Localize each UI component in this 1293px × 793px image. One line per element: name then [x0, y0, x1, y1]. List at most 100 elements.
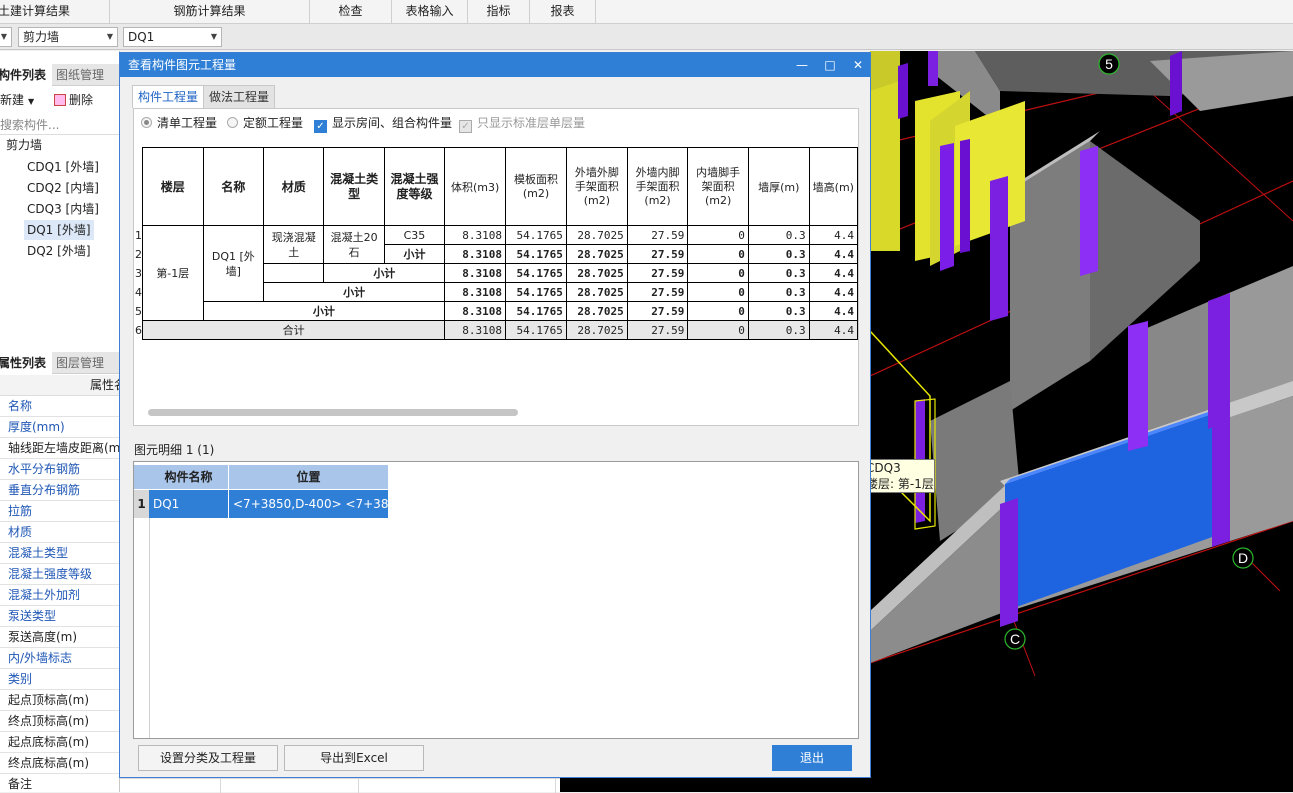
property-row[interactable]: 混凝土外加剂 — [0, 585, 119, 606]
col-ext-inner-scaffold: 外墙内脚手架面积(m2) — [626, 147, 689, 226]
quantity-dialog: 查看构件图元工程量 — □ ✕ 构件工程量 做法工程量 清单工程量 定额工程量 … — [119, 52, 871, 778]
top-menu-bar: 土建计算结果 钢筋计算结果 检查 表格输入 指标 报表 — [0, 0, 1293, 24]
menu-rebar-results[interactable]: 钢筋计算结果 — [110, 0, 310, 24]
selector-toolbar: ▼ 剪力墙 ▼ DQ1 ▼ — [0, 24, 1293, 50]
menu-reports[interactable]: 报表 — [530, 0, 596, 24]
col-formwork: 模板面积(m2) — [505, 147, 567, 226]
close-icon[interactable]: ✕ — [844, 53, 872, 77]
quantity-table: 楼层 名称 材质 混凝土类型 混凝土强度等级 体积(m3) 模板面积(m2) 外… — [134, 147, 859, 340]
property-grid-strip — [120, 778, 560, 793]
col-material: 材质 — [263, 147, 325, 226]
3d-model-canvas: 5 D C — [870, 51, 1293, 677]
property-row[interactable]: 终点顶标高(m) — [0, 711, 119, 732]
member-type-combo[interactable]: 剪力墙 ▼ — [18, 27, 118, 47]
element-detail-grid: 构件名称 位置 1 DQ1 <7+3850,D-400> <7+38... — [133, 461, 859, 739]
property-row[interactable]: 混凝土强度等级 — [0, 564, 119, 585]
property-row[interactable]: 混凝土类型 — [0, 543, 119, 564]
new-button[interactable]: 新建 ▼ — [0, 90, 34, 110]
cell-grade: C35 — [383, 225, 446, 245]
export-excel-button[interactable]: 导出到Excel — [284, 745, 424, 771]
property-row[interactable]: 轴线距左墙皮距离(mm) — [0, 438, 119, 459]
tab-layer-management[interactable]: 图层管理 — [50, 352, 110, 374]
tree-item-cdq3[interactable]: CDQ3 [内墙] — [27, 199, 99, 219]
col-grade: 混凝土强度等级 — [383, 147, 446, 226]
property-row[interactable]: 起点底标高(m) — [0, 732, 119, 753]
3d-view[interactable]: 5 D C — [870, 51, 1293, 792]
maximize-icon[interactable]: □ — [816, 53, 844, 77]
property-row[interactable]: 水平分布钢筋 — [0, 459, 119, 480]
tab-method-quantity[interactable]: 做法工程量 — [203, 85, 276, 108]
cell-component-name[interactable]: DQ1 — [149, 490, 229, 518]
checkbox-standard-floor[interactable]: ✓ 只显示标准层单层量 — [459, 115, 585, 133]
menu-check[interactable]: 检查 — [310, 0, 392, 24]
member-type-value: 剪力墙 — [23, 30, 60, 44]
menu-table-input[interactable]: 表格输入 — [392, 0, 468, 24]
property-header: 属性名 — [0, 375, 119, 396]
quantity-table-panel: 清单工程量 定额工程量 ✓ 显示房间、组合构件量 ✓ 只显示标准层单层量 楼层 名称… — [133, 108, 859, 426]
table-row: 1 第-1层 DQ1 [外墙] 现浇混凝土 混凝土20石 C35 8.3108 … — [134, 225, 859, 321]
radio-quota-quantity[interactable]: 定额工程量 — [227, 115, 303, 131]
col-position: 位置 — [229, 465, 389, 489]
property-row[interactable]: 泵送类型 — [0, 606, 119, 627]
delete-icon — [54, 94, 66, 106]
property-row[interactable]: 垂直分布钢筋 — [0, 480, 119, 501]
col-component-name: 构件名称 — [149, 465, 229, 489]
minimize-icon[interactable]: — — [788, 53, 816, 77]
property-row[interactable]: 起点顶标高(m) — [0, 690, 119, 711]
tab-property-list[interactable]: 属性列表 — [0, 352, 53, 374]
property-row[interactable]: 内/外墙标志 — [0, 648, 119, 669]
axis-label-5: 5 — [1105, 56, 1113, 72]
search-input[interactable]: 搜索构件... — [0, 115, 119, 135]
left-panel: 构件列表 图纸管理 新建 ▼ 删除 搜索构件... 剪力墙 CDQ1 [外墙] C… — [0, 51, 120, 792]
tooltip-name: CDQ3 — [866, 461, 901, 475]
chevron-down-icon: ▼ — [0, 32, 7, 41]
tree-item-dq1-selected[interactable]: DQ1 [外墙] — [24, 220, 94, 240]
tab-component-list[interactable]: 构件列表 — [0, 64, 53, 86]
col-wall-thickness: 墙厚(m) — [747, 147, 810, 226]
property-row[interactable]: 备注 — [0, 774, 119, 792]
tree-item-cdq1[interactable]: CDQ1 [外墙] — [27, 157, 99, 177]
checkbox-show-rooms[interactable]: ✓ 显示房间、组合构件量 — [314, 115, 452, 133]
3d-view-bottom-strip — [560, 778, 870, 792]
property-row[interactable]: 泵送高度(m) — [0, 627, 119, 648]
table-header-row: 楼层 名称 材质 混凝土类型 混凝土强度等级 体积(m3) 模板面积(m2) 外… — [134, 147, 859, 226]
horizontal-scrollbar[interactable] — [148, 409, 518, 416]
exit-button[interactable]: 退出 — [772, 745, 852, 771]
tree-item-dq2[interactable]: DQ2 [外墙] — [27, 241, 91, 261]
axis-label-c: C — [1010, 631, 1020, 647]
property-row[interactable]: 材质 — [0, 522, 119, 543]
tab-drawing-management[interactable]: 图纸管理 — [50, 64, 110, 86]
col-ext-outer-scaffold: 外墙外脚手架面积(m2) — [565, 147, 628, 226]
tree-root-shearwall[interactable]: 剪力墙 — [6, 135, 42, 155]
col-name: 名称 — [202, 147, 265, 226]
radio-bill-quantity[interactable]: 清单工程量 — [141, 115, 217, 131]
chevron-down-icon: ▼ — [28, 97, 35, 106]
tab-component-quantity[interactable]: 构件工程量 — [132, 85, 205, 108]
row-index: 1 — [134, 490, 149, 518]
property-row[interactable]: 类别 — [0, 669, 119, 690]
col-floor: 楼层 — [142, 147, 204, 226]
cell-floor: 第-1层 — [142, 225, 204, 321]
property-row[interactable]: 终点底标高(m) — [0, 753, 119, 774]
tree-item-cdq2[interactable]: CDQ2 [内墙] — [27, 178, 99, 198]
floor-combo[interactable]: ▼ — [0, 27, 12, 47]
menu-civil-results[interactable]: 土建计算结果 — [0, 0, 110, 24]
col-wall-height: 墙高(m) — [808, 147, 859, 226]
cell-position[interactable]: <7+3850,D-400> <7+38... — [229, 490, 389, 518]
chevron-down-icon: ▼ — [106, 32, 113, 41]
check-icon: ✓ — [459, 120, 472, 133]
property-row[interactable]: 拉筋 — [0, 501, 119, 522]
tooltip-floor: 楼层: 第-1层 — [866, 477, 934, 491]
property-row[interactable]: 名称 — [0, 396, 119, 417]
set-category-button[interactable]: 设置分类及工程量 — [138, 745, 278, 771]
element-detail-label: 图元明细 1 (1) — [134, 443, 215, 457]
cell-concrete-type: 混凝土20石 — [323, 225, 385, 264]
property-row[interactable]: 厚度(mm) — [0, 417, 119, 438]
menu-indicators[interactable]: 指标 — [468, 0, 530, 24]
cell-name: DQ1 [外墙] — [202, 225, 265, 302]
member-combo[interactable]: DQ1 ▼ — [123, 27, 222, 47]
table-row-total: 6 合计 8.3108 54.1765 28.7025 27.59 0 0.3 … — [134, 320, 859, 340]
radio-icon — [227, 117, 238, 128]
dialog-title-bar[interactable]: 查看构件图元工程量 — □ ✕ — [120, 53, 870, 77]
delete-button[interactable]: 删除 — [54, 90, 93, 110]
